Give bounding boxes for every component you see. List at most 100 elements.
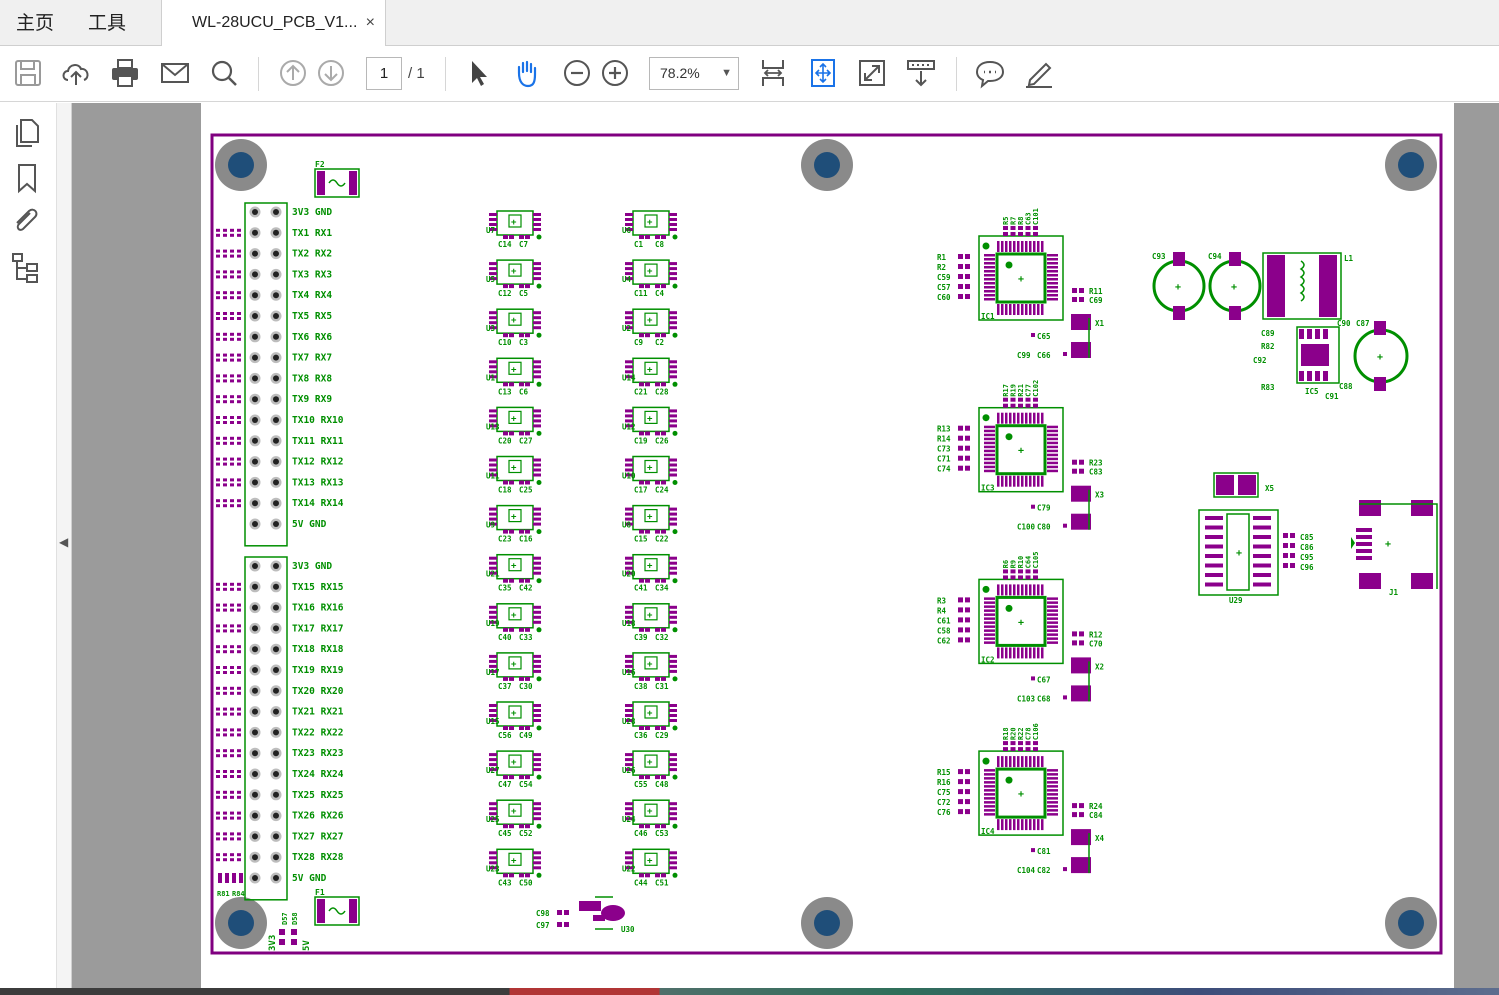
ic-pin-pad	[1041, 412, 1044, 424]
ic-pin-pad	[1017, 647, 1020, 659]
capacitor-pad	[509, 775, 514, 780]
smd-pad	[958, 799, 963, 805]
column1-chip-label: U21	[486, 570, 500, 579]
fullscreen-icon[interactable]	[855, 56, 889, 90]
ic-pin-pad	[669, 615, 677, 619]
chip-center-mark: +	[647, 513, 653, 523]
capacitor-pad	[1229, 252, 1241, 266]
capacitor-label: C80	[1037, 523, 1051, 532]
chip-center-mark: +	[647, 709, 653, 719]
column1-capacitor-label: C56	[498, 731, 512, 740]
previous-page-icon[interactable]	[276, 56, 310, 90]
fit-page-icon[interactable]	[806, 56, 840, 90]
smd-pad	[1033, 226, 1038, 230]
ic-pin-pad	[1029, 241, 1032, 252]
structure-tree-icon[interactable]	[10, 251, 42, 285]
highlight-pen-icon[interactable]	[1022, 56, 1056, 90]
resistor-array-pad	[237, 749, 241, 753]
column1-capacitor-label: C30	[519, 682, 533, 691]
header-pin-hole	[252, 687, 258, 694]
smd-pad	[1033, 747, 1038, 752]
resistor-array-pad	[230, 728, 234, 732]
save-icon[interactable]	[11, 56, 45, 90]
hand-tool-icon[interactable]	[510, 56, 544, 90]
column1-capacitor-label: C6	[519, 387, 529, 396]
page-number-input[interactable]: 1	[366, 57, 402, 90]
ic-pin-pad	[984, 785, 995, 788]
home-menu[interactable]: 主页	[16, 0, 54, 46]
column2-chip-label: U20	[622, 570, 636, 579]
ic-pin-pad	[1021, 241, 1024, 252]
ic-right-label: C83	[1089, 468, 1103, 477]
pin1-dot	[536, 430, 542, 436]
tools-menu[interactable]: 工具	[88, 0, 126, 46]
search-icon[interactable]	[207, 56, 241, 90]
smd-pad	[1025, 226, 1031, 230]
email-icon[interactable]	[158, 56, 192, 90]
ic-pin-pad	[669, 424, 677, 428]
capacitor-center-mark: +	[1175, 282, 1181, 293]
usb-pin-pad	[1356, 549, 1372, 553]
column2-chip-label: U4	[622, 275, 632, 284]
copy-pages-icon[interactable]	[12, 116, 42, 148]
ic-pin-pad	[489, 414, 497, 418]
document-tab[interactable]: WL-28UCU_PCB_V1... ×	[161, 0, 386, 46]
fit-width-icon[interactable]	[756, 56, 790, 90]
chip-center-mark: +	[647, 562, 653, 572]
capacitor-label: C88	[1339, 382, 1353, 391]
capacitor-pad	[661, 775, 666, 780]
header-pin-hole	[252, 333, 258, 340]
capacitor-pad	[1229, 306, 1241, 320]
ic-pin-pad	[625, 311, 633, 315]
smd-pad	[1063, 352, 1067, 356]
ic-pin-pad	[1047, 453, 1058, 457]
ic-left-label: C75	[937, 788, 951, 797]
comment-icon[interactable]	[973, 56, 1007, 90]
smd-pad	[965, 294, 970, 299]
select-pointer-icon[interactable]	[462, 56, 496, 90]
ic-pin-pad	[1009, 756, 1012, 768]
column1-capacitor-label: C45	[498, 829, 512, 838]
ic-pin-pad	[1033, 647, 1036, 659]
next-page-icon[interactable]	[314, 56, 348, 90]
zoom-out-icon[interactable]	[560, 56, 594, 90]
scroll-mode-icon[interactable]	[904, 56, 938, 90]
ic-pin-pad	[669, 758, 677, 762]
header-pin-hole	[252, 667, 258, 673]
ic-pin-pad	[533, 326, 541, 330]
ic-center-mark: +	[1018, 446, 1024, 457]
zoom-in-icon[interactable]	[598, 56, 632, 90]
resistor-array-pad	[216, 728, 220, 732]
resistor-array-pad	[216, 249, 220, 253]
ic-pin-pad	[1021, 756, 1024, 768]
resistor-array-pad	[230, 645, 234, 649]
column1-capacitor-label: C25	[519, 486, 533, 495]
ic-pin-pad	[669, 517, 677, 521]
chip-center-mark: +	[511, 611, 517, 621]
bookmark-icon[interactable]	[12, 162, 42, 194]
close-tab-icon[interactable]: ×	[366, 0, 375, 46]
ic-pin-pad	[1005, 584, 1008, 596]
resistor-array-pad	[230, 421, 234, 424]
capacitor-pad	[525, 726, 530, 730]
print-icon[interactable]	[108, 56, 142, 90]
column1-capacitor-label: C13	[498, 387, 512, 396]
ic-pin-pad	[625, 654, 633, 658]
smd-pad	[958, 425, 963, 431]
document-viewport[interactable]: F2 F1 3V3 GND TX1 RX1 TX2 RX2 TX3 RX3 TX4 RX4 T…	[72, 103, 1499, 990]
chip-center-mark: +	[511, 464, 517, 474]
resistor-array-pad	[237, 790, 241, 794]
sidebar-collapse-handle[interactable]: ◀	[56, 103, 72, 990]
crystal-pad	[1238, 475, 1256, 495]
attachment-icon[interactable]	[10, 204, 42, 238]
ic-left-label: R16	[937, 778, 951, 787]
column2-chip-label: U8	[622, 521, 632, 530]
ic-pin-pad	[625, 267, 633, 271]
resistor-array-pad	[216, 754, 220, 758]
column1-chip-label: U15	[486, 717, 500, 726]
smd-pad	[965, 254, 970, 259]
upload-icon[interactable]	[59, 56, 93, 90]
column1-capacitor-label: C3	[519, 338, 529, 347]
resistor-array-pad	[223, 650, 227, 654]
zoom-select[interactable]: 78.2% ▼	[649, 57, 739, 90]
